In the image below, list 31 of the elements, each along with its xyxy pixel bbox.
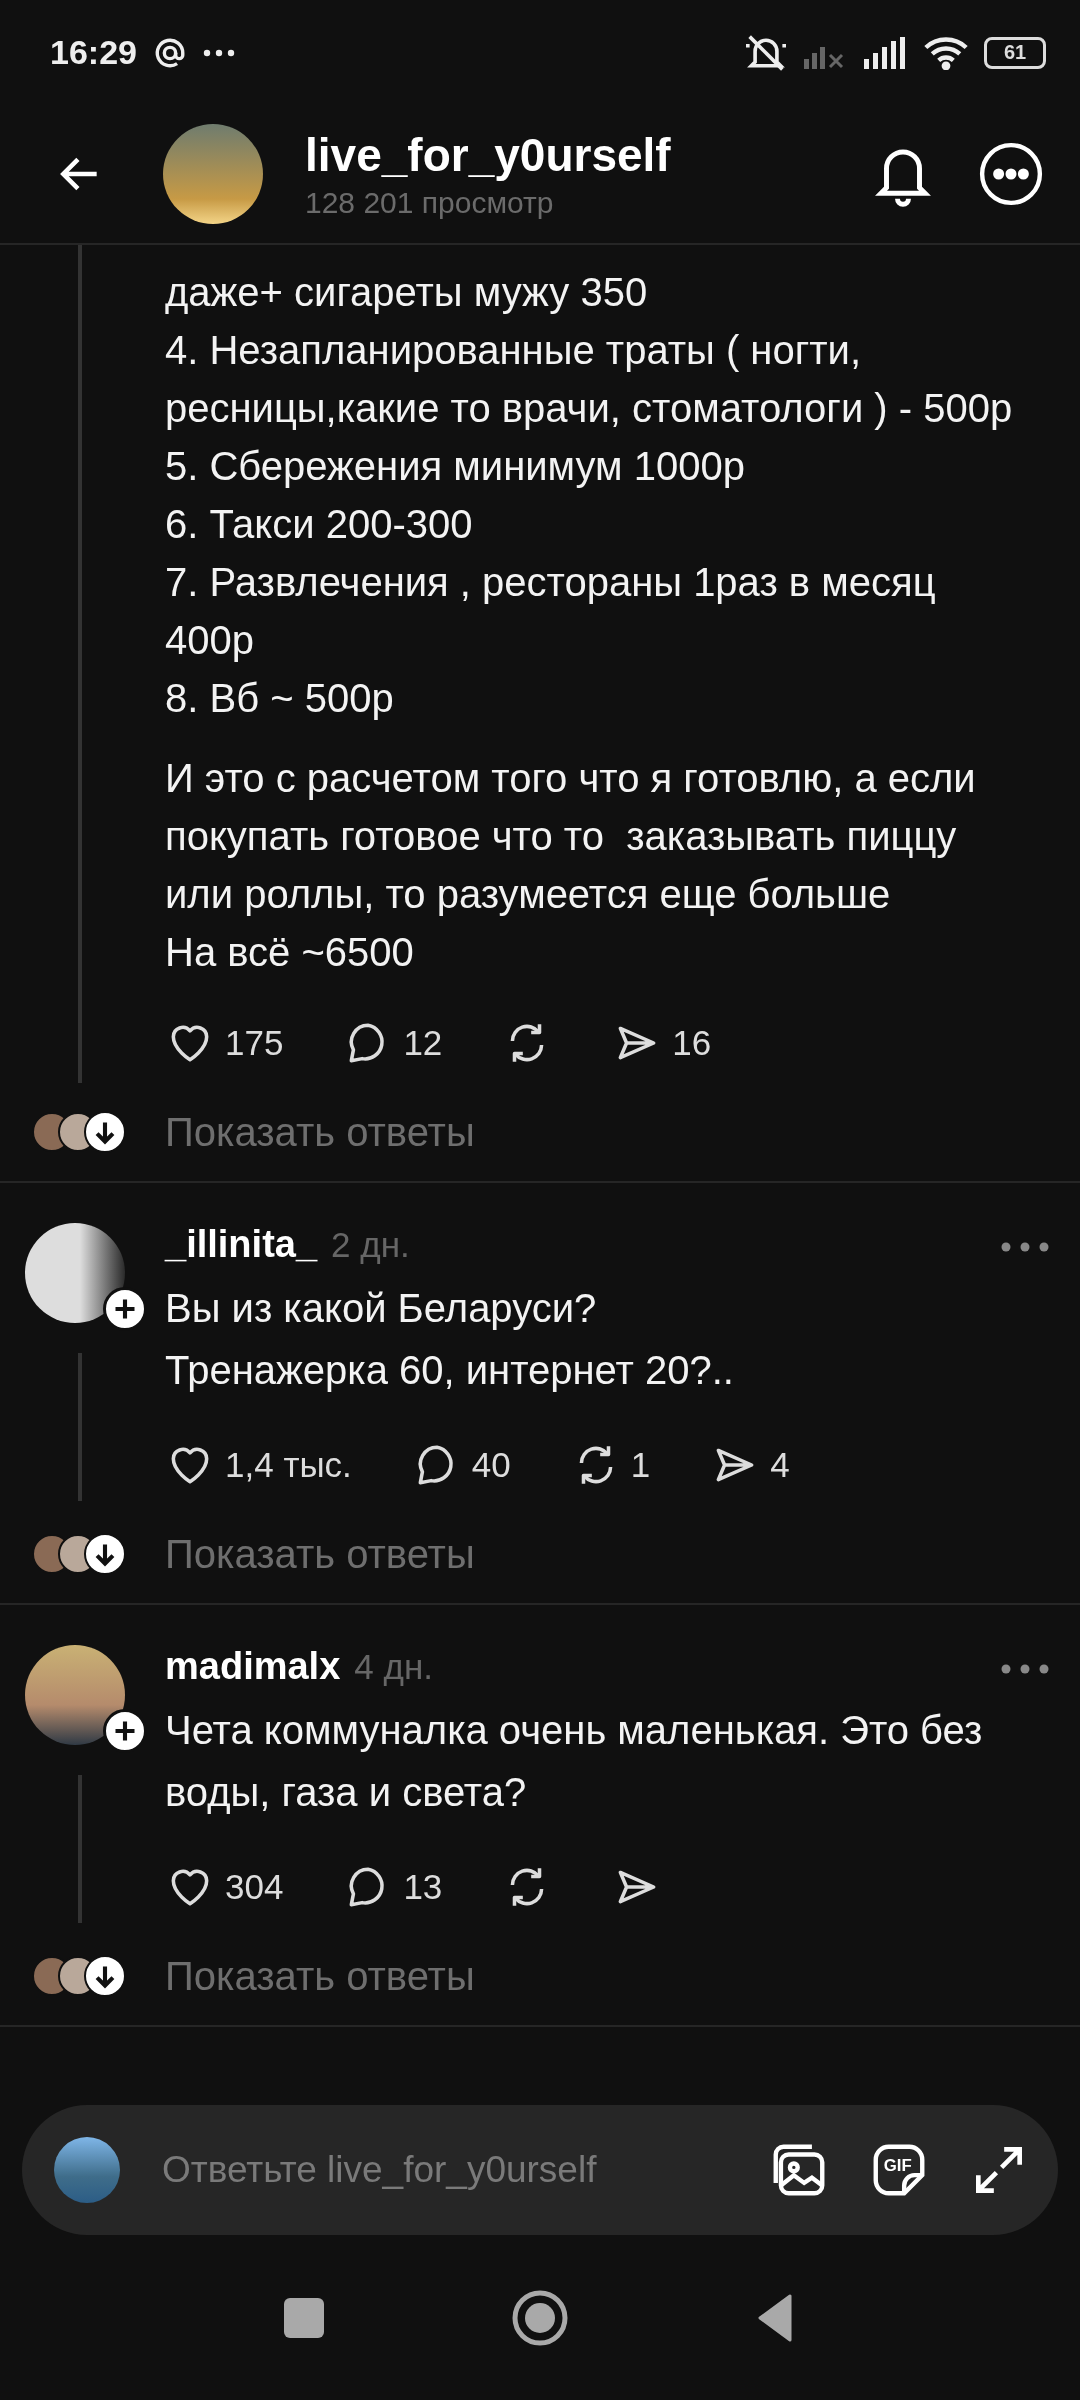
comment-text: Вы из какой Беларуси? Тренажерка 60, интернет 20?.. — [165, 1285, 735, 1394]
comment-username[interactable]: _illinita_ — [165, 1223, 318, 1266]
post-text: даже+ сигареты мужу 350 4. Незапланированные траты ( ногти, ресницы,какие то врачи, стоматологи ) - 500р 5. Сбережения минимум 1000р 6. Такси 200-300 7. Развлечения , рестораны 1раз в месяц 400р 8. Вб ~ 500р — [165, 269, 1014, 722]
like-button[interactable]: 304 — [165, 1862, 284, 1912]
reply-input-field[interactable]: Ответьте live_for_y0urself — [160, 2140, 730, 2200]
signal-icon — [864, 36, 908, 69]
view-count: 128 201 просмотр — [305, 186, 555, 220]
like-button[interactable]: 1,4 тыс. — [165, 1440, 352, 1490]
comment-button[interactable]: 13 — [343, 1862, 443, 1912]
reply-bar[interactable]: Ответьте live_for_y0urself GIF — [22, 2105, 1058, 2235]
comment-button[interactable]: 40 — [411, 1440, 511, 1490]
profile-username[interactable]: live_for_y0urself — [305, 128, 828, 182]
comment-time: 2 дн. — [331, 1225, 410, 1265]
show-replies-link[interactable]: Показать ответы — [165, 1953, 475, 1999]
battery-indicator: 61 — [984, 36, 1046, 69]
repost-button[interactable]: 1 — [570, 1440, 651, 1490]
show-replies-link[interactable]: Показать ответы — [165, 1531, 475, 1577]
comment-time: 4 дн. — [354, 1647, 433, 1687]
clock-time: 16:29 — [50, 33, 137, 72]
share-button[interactable]: 16 — [612, 1018, 712, 1068]
more-notifications-icon — [202, 48, 235, 57]
share-button[interactable]: 4 — [710, 1440, 790, 1490]
comment-button[interactable]: 12 — [343, 1018, 443, 1068]
like-button[interactable]: 175 — [165, 1018, 284, 1068]
comment-text: Чета коммуналка очень маленькая. Это без воды, газа и света? — [165, 1707, 984, 1816]
home-button[interactable] — [512, 2289, 568, 2346]
comment-username[interactable]: madimalx — [165, 1645, 341, 1688]
wifi-icon — [924, 35, 968, 70]
show-replies-link[interactable]: Показать ответы — [165, 1109, 475, 1155]
more-options-button[interactable] — [978, 141, 1044, 207]
post-text: И это с расчетом того что я готовлю, а если покупать готовое что то заказывать пиццу или роллы, то разумеется еще больше На всё ~6500 — [165, 755, 977, 976]
